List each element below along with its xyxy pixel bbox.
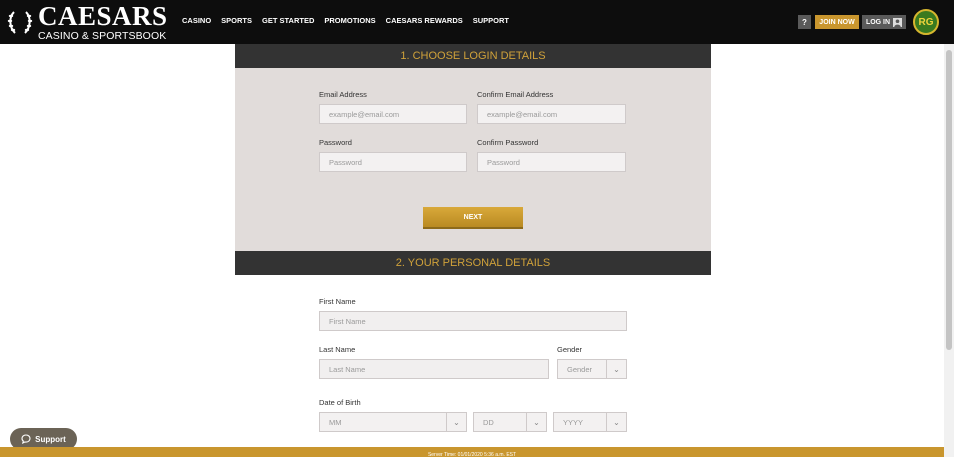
nav-sports[interactable]: SPORTS — [221, 16, 252, 25]
gender-value: Gender — [567, 364, 593, 374]
dob-day-value: DD — [483, 417, 494, 427]
last-name-label: Last Name — [319, 345, 356, 354]
confirm-password-label: Confirm Password — [477, 138, 539, 147]
gender-select[interactable]: Gender ⌄ — [557, 359, 627, 379]
personal-details-header: 2. YOUR PERSONAL DETAILS — [235, 251, 711, 275]
chevron-down-icon: ⌄ — [446, 413, 466, 431]
chevron-down-icon: ⌄ — [526, 413, 546, 431]
server-time-text: Server Time: 01/01/2020 5:36 a.m. EST — [427, 452, 517, 457]
dob-month-select[interactable]: MM ⌄ — [319, 412, 467, 432]
chevron-down-icon: ⌄ — [606, 413, 626, 431]
first-name-label: First Name — [319, 297, 356, 306]
email-field[interactable]: example@email.com — [319, 104, 467, 124]
date-of-birth-label: Date of Birth — [319, 398, 361, 407]
email-label: Email Address — [319, 90, 367, 99]
join-now-button[interactable]: JOIN NOW — [815, 15, 859, 29]
dob-year-select[interactable]: YYYY ⌄ — [553, 412, 627, 432]
personal-details-title: 2. YOUR PERSONAL DETAILS — [395, 257, 551, 269]
responsible-gaming-badge[interactable]: RG — [913, 9, 939, 35]
user-icon — [893, 17, 903, 27]
main-nav: CASINO SPORTS GET STARTED PROMOTIONS CAE… — [182, 16, 509, 25]
support-label: Support — [35, 434, 66, 444]
login-details-title: 1. CHOOSE LOGIN DETAILS — [400, 50, 546, 62]
dob-day-select[interactable]: DD ⌄ — [473, 412, 547, 432]
confirm-email-label: Confirm Email Address — [477, 90, 554, 99]
password-label: Password — [319, 138, 352, 147]
log-in-button[interactable]: LOG IN — [862, 15, 906, 29]
login-details-header: 1. CHOOSE LOGIN DETAILS — [235, 44, 711, 68]
dob-year-value: YYYY — [563, 417, 584, 427]
first-name-field[interactable]: First Name — [319, 311, 627, 331]
nav-support[interactable]: SUPPORT — [473, 16, 509, 25]
scrollbar-thumb[interactable] — [946, 50, 952, 350]
nav-caesars-rewards[interactable]: CAESARS REWARDS — [386, 16, 463, 25]
logo-name: CAESARS — [38, 0, 168, 31]
nav-casino[interactable]: CASINO — [182, 16, 211, 25]
gender-label: Gender — [557, 345, 583, 354]
nav-promotions[interactable]: PROMOTIONS — [324, 16, 375, 25]
nav-get-started[interactable]: GET STARTED — [262, 16, 314, 25]
caesars-logo[interactable]: CAESARS CASINO & SPORTSBOOK — [6, 0, 168, 41]
chat-bubble-icon — [21, 434, 31, 444]
next-button[interactable]: NEXT — [423, 207, 523, 229]
dob-month-value: MM — [329, 417, 342, 427]
chevron-down-icon: ⌄ — [606, 360, 626, 378]
footer-bar: Server Time: 01/01/2020 5:36 a.m. EST — [0, 447, 944, 457]
last-name-field[interactable]: Last Name — [319, 359, 549, 379]
top-navigation-bar: CAESARS CASINO & SPORTSBOOK CASINO SPORT… — [0, 0, 954, 44]
help-button[interactable]: ? — [798, 15, 811, 29]
logo-subtitle: CASINO & SPORTSBOOK — [38, 29, 167, 42]
password-field[interactable]: Password — [319, 152, 467, 172]
confirm-email-field[interactable]: example@email.com — [477, 104, 626, 124]
log-in-label: LOG IN — [865, 18, 891, 26]
confirm-password-field[interactable]: Password — [477, 152, 626, 172]
rg-label: RG — [918, 16, 934, 28]
laurel-icon — [7, 11, 33, 34]
